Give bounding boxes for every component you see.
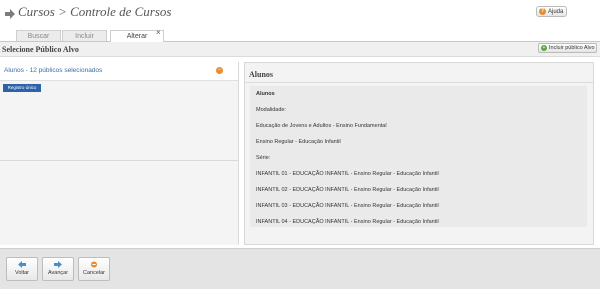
details-line: INFANTIL 03 - EDUCAÇÃO INFANTIL - Ensino… [256, 203, 439, 209]
details-line: INFANTIL 04 - EDUCAÇÃO INFANTIL - Ensino… [256, 219, 439, 225]
help-label: Ajuda [548, 8, 564, 15]
divider [245, 82, 593, 83]
add-target-audience-label: Incluir público Alvo [549, 45, 595, 51]
arrow-right-icon [5, 9, 15, 19]
details-line: Alunos [256, 91, 275, 97]
forward-icon [54, 261, 62, 268]
tab-buscar[interactable]: Buscar [16, 30, 61, 41]
next-button[interactable]: Avançar [42, 257, 74, 281]
page-title: Cursos > Controle de Cursos [18, 4, 172, 19]
close-tab-icon[interactable]: × [156, 28, 161, 37]
divider [0, 160, 238, 161]
details-title: Alunos [249, 70, 274, 79]
single-record-badge: Registro único [3, 84, 41, 92]
next-label: Avançar [47, 270, 69, 276]
remove-icon[interactable]: − [216, 67, 223, 74]
plus-icon: + [541, 45, 547, 51]
details-line: Modalidade: [256, 107, 286, 113]
page-header: Cursos > Controle de Cursos ? Ajuda [0, 0, 600, 28]
cancel-label: Cancelar [82, 270, 105, 276]
tab-incluir[interactable]: Incluir [62, 30, 107, 41]
footer-toolbar: Voltar Avançar Cancelar [0, 248, 600, 289]
tab-alterar-label: Alterar [126, 33, 148, 40]
help-button[interactable]: ? Ajuda [536, 6, 567, 17]
back-icon [18, 261, 26, 268]
details-panel: Alunos Alunos Modalidade: Educação de Jo… [244, 62, 594, 245]
list-item[interactable]: Alunos - 12 públicos selecionados − [0, 62, 238, 81]
details-line: Série: [256, 155, 271, 161]
details-line: Educação de Jovens e Adultos - Ensino Fu… [256, 123, 387, 129]
back-label: Voltar [14, 270, 30, 276]
details-line: INFANTIL 02 - EDUCAÇÃO INFANTIL - Ensino… [256, 187, 439, 193]
details-content: Alunos Modalidade: Educação de Jovens e … [250, 86, 587, 227]
add-target-audience-button[interactable]: + Incluir público Alvo [538, 43, 597, 53]
list-item-label[interactable]: Alunos - 12 públicos selecionados [4, 67, 102, 74]
help-icon: ? [539, 8, 546, 15]
section-title: Selecione Público Alvo [2, 45, 79, 54]
details-line: INFANTIL 01 - EDUCAÇÃO INFANTIL - Ensino… [256, 171, 439, 177]
cancel-button[interactable]: Cancelar [78, 257, 110, 281]
details-line: Ensino Regular - Educação Infantil [256, 139, 341, 145]
cancel-icon [90, 261, 98, 268]
section-header: Selecione Público Alvo [0, 42, 600, 57]
back-button[interactable]: Voltar [6, 257, 38, 281]
tab-bar: Buscar Incluir Alterar × [0, 28, 600, 42]
